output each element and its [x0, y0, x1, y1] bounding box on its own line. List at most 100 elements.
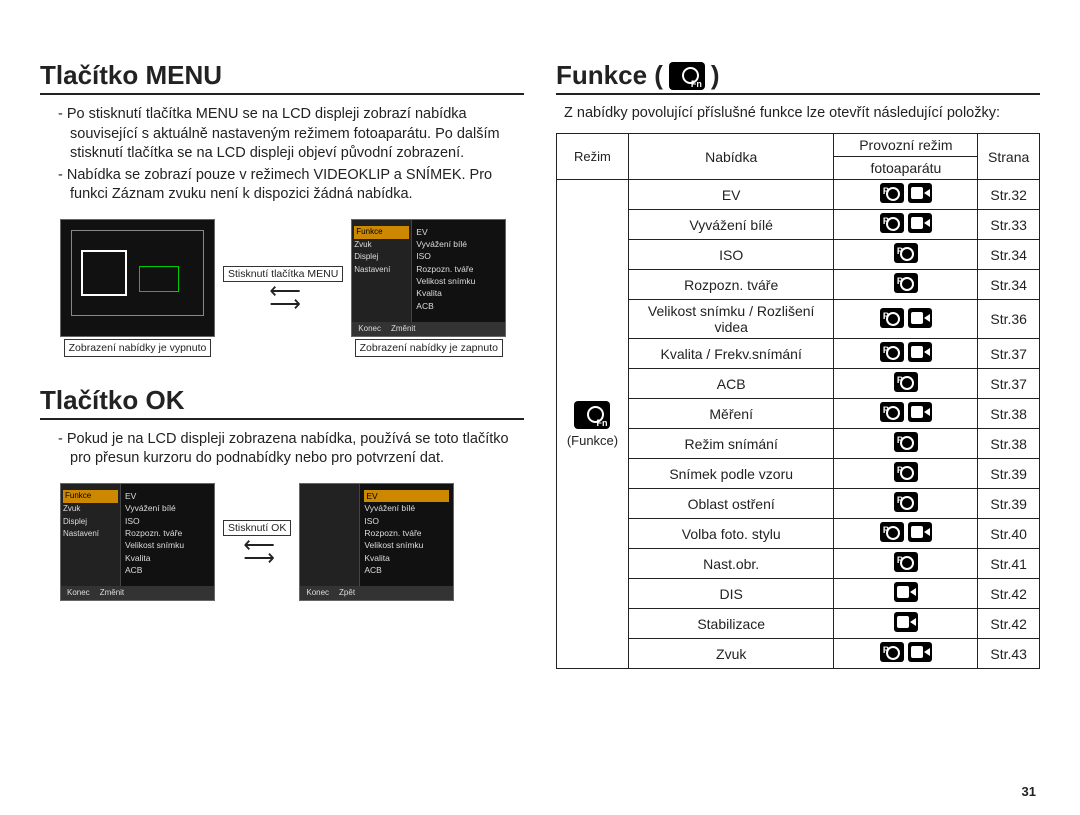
menu-item: Velikost snímku [125, 539, 210, 551]
heading-funkce-text: Funkce ( [556, 60, 663, 91]
page-number: 31 [1022, 784, 1036, 799]
nabidka-cell: Vyvážení bílé [628, 210, 834, 240]
nabidka-cell: Zvuk [628, 639, 834, 669]
provozni-cell [834, 579, 978, 609]
menu-items: EV Vyvážení bílé ISO Rozpozn. tváře Veli… [412, 220, 505, 336]
provozni-cell [834, 210, 978, 240]
nabidka-cell: EV [628, 180, 834, 210]
bullet: Nabídka se zobrazí pouze v režimech VIDE… [58, 166, 524, 205]
provozni-cell [834, 399, 978, 429]
provozni-cell [834, 339, 978, 369]
page-cell: Str.38 [978, 429, 1040, 459]
th-provozni1: Provozní režim [834, 134, 978, 157]
caption-menu-off: Zobrazení nabídky je vypnuto [64, 339, 212, 357]
table-row: Volba foto. styluStr.40 [557, 519, 1040, 549]
mode-label: (Funkce) [567, 433, 618, 448]
face-box-icon [81, 250, 127, 296]
video-icon [908, 183, 932, 203]
provozni-cell [834, 369, 978, 399]
camera-icon [894, 462, 918, 482]
video-icon [908, 213, 932, 233]
provozni-cell [834, 180, 978, 210]
table-row: Vyvážení bíléStr.33 [557, 210, 1040, 240]
nabidka-cell: Snímek podle vzoru [628, 459, 834, 489]
page-cell: Str.32 [978, 180, 1040, 210]
lcd-menu-after-ok: EV Vyvážení bílé ISO Rozpozn. tváře Veli… [299, 483, 454, 601]
provozni-cell [834, 240, 978, 270]
menu-item: Rozpozn. tváře [364, 527, 449, 539]
menu-screens-row: Zobrazení nabídky je vypnuto Stisknutí t… [40, 219, 524, 357]
functions-table: Režim Nabídka Provozní režim Strana foto… [556, 133, 1040, 669]
nabidka-cell: Nast.obr. [628, 549, 834, 579]
camera-icon [880, 308, 904, 328]
screen-on-group: Funkce Zvuk Displej Nastavení EV Vyvážen… [351, 219, 506, 357]
camera-icon [894, 372, 918, 392]
fn-icon [574, 401, 610, 429]
provozni-cell [834, 489, 978, 519]
provozni-cell [834, 429, 978, 459]
video-icon [894, 612, 918, 632]
provozni-cell [834, 300, 978, 339]
nabidka-cell: DIS [628, 579, 834, 609]
table-row: (Funkce)EVStr.32 [557, 180, 1040, 210]
menu-item: ACB [416, 300, 501, 312]
menu-side-item: Displej [354, 251, 409, 264]
camera-icon [880, 402, 904, 422]
page-cell: Str.39 [978, 489, 1040, 519]
bullet: Pokud je na LCD displeji zobrazena nabíd… [58, 430, 524, 469]
menu-footer: Konec Změnit [61, 586, 214, 600]
table-row: Velikost snímku / Rozlišení videaStr.36 [557, 300, 1040, 339]
provozni-cell [834, 270, 978, 300]
table-row: MěřeníStr.38 [557, 399, 1040, 429]
right-column: Funkce ( ) Z nabídky povolující příslušn… [556, 60, 1040, 669]
menu-item: EV [125, 490, 210, 502]
fn-icon [669, 62, 705, 90]
nabidka-cell: ISO [628, 240, 834, 270]
page-cell: Str.38 [978, 399, 1040, 429]
camera-icon [880, 642, 904, 662]
menu-sidebar: Funkce Zvuk Displej Nastavení [352, 220, 412, 336]
table-row: DIS Str.42 [557, 579, 1040, 609]
menu-item: Velikost snímku [364, 539, 449, 551]
menu-items: EV Vyvážení bílé ISO Rozpozn. tváře Veli… [360, 484, 453, 600]
page-cell: Str.42 [978, 579, 1040, 609]
bullet: Po stisknutí tlačítka MENU se na LCD dis… [58, 105, 524, 164]
provozni-cell [834, 549, 978, 579]
screen-off-group: Zobrazení nabídky je vypnuto [60, 219, 215, 357]
nabidka-cell: Oblast ostření [628, 489, 834, 519]
menu-sidebar [300, 484, 360, 600]
ok-screen-left: Funkce Zvuk Displej Nastavení EV Vyvážen… [60, 483, 215, 601]
functions-tbody: (Funkce) EV Str.32Vyvážení bíléStr.33ISO St… [557, 180, 1040, 669]
table-row: ISO Str.34 [557, 240, 1040, 270]
nabidka-cell: Velikost snímku / Rozlišení videa [628, 300, 834, 339]
menu-item: Kvalita [125, 552, 210, 564]
nabidka-cell: Stabilizace [628, 609, 834, 639]
menu-sidebar: Funkce Zvuk Displej Nastavení [61, 484, 121, 600]
heading-menu-button: Tlačítko MENU [40, 60, 524, 95]
page-cell: Str.37 [978, 369, 1040, 399]
table-row: Kvalita / Frekv.snímáníStr.37 [557, 339, 1040, 369]
menu-item: Vyvážení bílé [125, 502, 210, 514]
video-icon [908, 522, 932, 542]
table-row: Oblast ostření Str.39 [557, 489, 1040, 519]
camera-icon [894, 552, 918, 572]
table-row: Rozpozn. tvářeStr.34 [557, 270, 1040, 300]
provozni-cell [834, 639, 978, 669]
table-row: ZvukStr.43 [557, 639, 1040, 669]
af-box-icon [139, 266, 179, 292]
menu-side-item: Nastavení [63, 528, 118, 541]
menu-items: EV Vyvážení bílé ISO Rozpozn. tváře Veli… [121, 484, 214, 600]
menu-side-item: Displej [63, 516, 118, 529]
mode-stack: (Funkce) [563, 401, 622, 448]
foot-zmenit: Změnit [391, 324, 415, 333]
nabidka-cell: Rozpozn. tváře [628, 270, 834, 300]
ok-screen-right: EV Vyvážení bílé ISO Rozpozn. tváře Veli… [299, 483, 454, 601]
menu-item: Rozpozn. tváře [416, 263, 501, 275]
nabidka-cell: ACB [628, 369, 834, 399]
lcd-preview-off [60, 219, 215, 337]
page-cell: Str.34 [978, 240, 1040, 270]
menu-item: Velikost snímku [416, 275, 501, 287]
table-row: Nast.obr.Str.41 [557, 549, 1040, 579]
mode-cell: (Funkce) [557, 180, 629, 669]
heading-funkce-close: ) [711, 60, 720, 91]
